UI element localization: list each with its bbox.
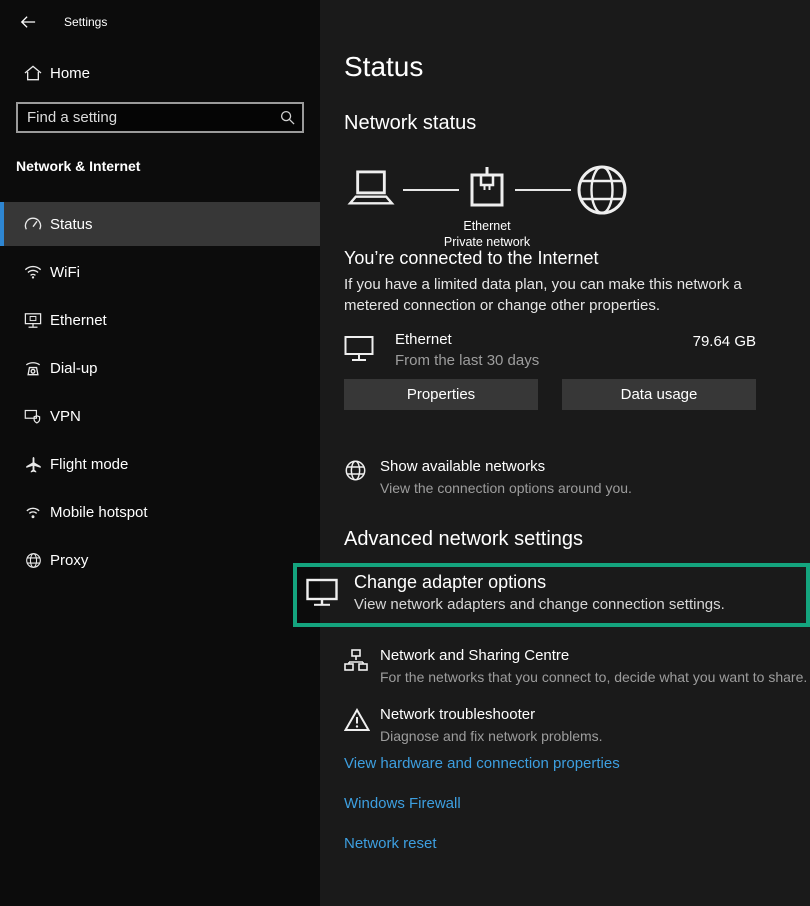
network-troubleshooter-row[interactable]: Network troubleshooter Diagnose and fix … <box>344 705 756 746</box>
network-sharing-centre-row[interactable]: Network and Sharing Centre For the netwo… <box>344 646 756 687</box>
page-title: Status <box>344 50 756 84</box>
network-reset-link[interactable]: Network reset <box>344 834 756 854</box>
sidebar-item-ethernet[interactable]: Ethernet <box>0 298 320 342</box>
sharing-centre-desc: For the networks that you connect to, de… <box>380 668 807 687</box>
search-input[interactable] <box>16 102 304 133</box>
ethernet-connection-icon <box>464 167 510 213</box>
dialup-icon <box>24 360 42 376</box>
sidebar-item-label: Proxy <box>50 552 88 569</box>
sidebar-item-label: Dial-up <box>50 360 98 377</box>
sidebar-item-wifi[interactable]: WiFi <box>0 250 320 294</box>
warning-triangle-icon <box>344 705 380 732</box>
show-networks-texts: Show available networks View the connect… <box>380 457 632 498</box>
home-label: Home <box>50 65 90 82</box>
data-usage-button[interactable]: Data usage <box>562 379 756 410</box>
search-box <box>16 102 304 133</box>
sidebar-item-vpn[interactable]: VPN <box>0 394 320 438</box>
diagram-label: Ethernet Private network <box>444 218 530 250</box>
sidebar-item-label: WiFi <box>50 264 80 281</box>
usage-texts: Ethernet From the last 30 days <box>395 330 539 371</box>
proxy-icon <box>24 552 42 569</box>
back-icon[interactable] <box>20 15 36 29</box>
properties-button[interactable]: Properties <box>344 379 538 410</box>
sidebar-item-label: Flight mode <box>50 456 128 473</box>
change-adapter-options-row[interactable]: Change adapter options View network adap… <box>293 563 810 627</box>
advanced-settings-heading: Advanced network settings <box>344 526 756 553</box>
sidebar-item-label: Ethernet <box>50 312 107 329</box>
show-networks-title: Show available networks <box>380 457 632 477</box>
change-adapter-texts: Change adapter options View network adap… <box>354 568 725 615</box>
connection-note: If you have a limited data plan, you can… <box>344 274 774 316</box>
mobile-hotspot-icon <box>24 505 42 520</box>
settings-window: Settings Home Network & Internet <box>0 0 810 906</box>
usage-period: From the last 30 days <box>395 351 539 371</box>
sidebar-item-label: Mobile hotspot <box>50 504 148 521</box>
diagram-connector-line <box>403 189 459 191</box>
available-networks-globe-icon <box>344 457 380 482</box>
sidebar: Settings Home Network & Internet <box>0 0 320 906</box>
sidebar-nav: Status WiFi <box>0 202 320 582</box>
change-adapter-desc: View network adapters and change connect… <box>354 595 725 615</box>
ethernet-icon <box>24 312 42 329</box>
troubleshooter-texts: Network troubleshooter Diagnose and fix … <box>380 705 603 746</box>
usage-connection-name: Ethernet <box>395 330 539 350</box>
vpn-icon <box>24 408 42 425</box>
connection-status: You’re connected to the Internet <box>344 246 756 270</box>
usage-amount: 79.64 GB <box>693 333 756 350</box>
adapter-monitor-icon <box>306 578 340 606</box>
status-icon <box>24 216 42 232</box>
show-networks-desc: View the connection options around you. <box>380 479 632 498</box>
sidebar-item-label: Status <box>50 216 93 233</box>
show-available-networks-row[interactable]: Show available networks View the connect… <box>344 457 756 498</box>
internet-globe-icon <box>576 164 628 216</box>
sidebar-item-label: VPN <box>50 408 81 425</box>
diagram-connector-line <box>515 189 571 191</box>
sidebar-item-home[interactable]: Home <box>0 56 320 90</box>
view-hardware-properties-link[interactable]: View hardware and connection properties <box>344 754 756 774</box>
sidebar-section-title: Network & Internet <box>16 158 304 175</box>
titlebar: Settings <box>0 0 320 32</box>
change-adapter-title: Change adapter options <box>354 569 725 595</box>
data-usage-row: Ethernet From the last 30 days 79.64 GB <box>344 330 756 371</box>
status-page: Status Network status <box>320 0 810 906</box>
search-icon <box>280 110 295 125</box>
sidebar-item-flight-mode[interactable]: Flight mode <box>0 442 320 486</box>
laptop-icon <box>344 170 398 210</box>
windows-firewall-link[interactable]: Windows Firewall <box>344 794 756 814</box>
sharing-centre-icon <box>344 646 380 671</box>
network-diagram: Ethernet Private network <box>344 164 756 216</box>
window-title: Settings <box>64 15 107 29</box>
troubleshooter-desc: Diagnose and fix network problems. <box>380 727 603 746</box>
sidebar-item-dialup[interactable]: Dial-up <box>0 346 320 390</box>
sidebar-item-proxy[interactable]: Proxy <box>0 538 320 582</box>
diagram-network-type: Private network <box>444 234 530 250</box>
sidebar-item-status[interactable]: Status <box>0 202 320 246</box>
troubleshooter-title: Network troubleshooter <box>380 705 603 725</box>
sidebar-item-mobile-hotspot[interactable]: Mobile hotspot <box>0 490 320 534</box>
monitor-icon <box>344 335 380 362</box>
sharing-centre-title: Network and Sharing Centre <box>380 646 807 666</box>
network-status-heading: Network status <box>344 110 756 136</box>
flight-mode-icon <box>24 456 42 473</box>
wifi-icon <box>24 264 42 280</box>
sharing-centre-texts: Network and Sharing Centre For the netwo… <box>380 646 807 687</box>
diagram-connection-name: Ethernet <box>444 218 530 234</box>
button-row: Properties Data usage <box>344 379 756 410</box>
home-icon <box>24 65 42 81</box>
